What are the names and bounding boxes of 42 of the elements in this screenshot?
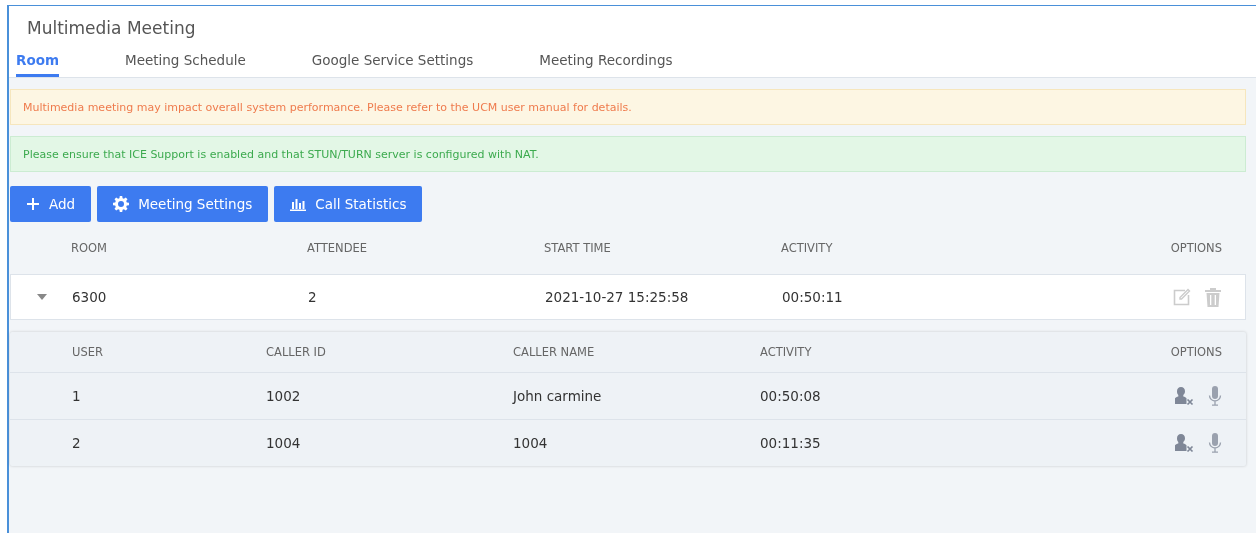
edit-icon[interactable] bbox=[1172, 287, 1191, 307]
plus-icon bbox=[26, 197, 40, 211]
microphone-icon[interactable] bbox=[1208, 386, 1222, 406]
table-cell-text: John carmine bbox=[513, 388, 603, 404]
column-header: OPTIONS bbox=[1170, 241, 1223, 255]
trash-icon[interactable] bbox=[1205, 287, 1221, 307]
add-button[interactable]: Add bbox=[10, 186, 92, 222]
table-cell-text: 00:50:11 bbox=[782, 289, 844, 305]
tab[interactable]: Meeting Schedule bbox=[125, 52, 246, 77]
table-cell-text: 1 bbox=[72, 388, 82, 404]
gear-icon bbox=[113, 196, 130, 212]
column-header: USER bbox=[72, 345, 104, 359]
tab[interactable]: Google Service Settings bbox=[311, 52, 474, 77]
page-title: Multimedia Meeting bbox=[27, 18, 196, 38]
column-header: OPTIONS bbox=[1170, 345, 1223, 359]
column-header: CALLER NAME bbox=[513, 345, 596, 359]
table-cell-text: 2 bbox=[308, 289, 318, 305]
table-cell-text: 1004 bbox=[513, 435, 549, 451]
kick-user-icon[interactable] bbox=[1174, 433, 1194, 453]
column-header: ROOM bbox=[71, 241, 109, 255]
tab[interactable]: Meeting Recordings bbox=[539, 52, 673, 77]
table-cell-text: 6300 bbox=[72, 289, 108, 305]
tab[interactable]: Room bbox=[16, 52, 59, 77]
table-cell-text: 00:50:08 bbox=[760, 388, 822, 404]
settings-button[interactable]: Meeting Settings bbox=[97, 186, 269, 222]
kick-user-icon[interactable] bbox=[1174, 386, 1194, 406]
table-cell-text: 1004 bbox=[266, 435, 302, 451]
caret-icon[interactable] bbox=[36, 294, 47, 300]
table-cell-text: 2021-10-27 15:25:58 bbox=[545, 289, 690, 305]
info-notice: Please ensure that ICE Support is enabled and that STUN/TURN server is configured with NAT. bbox=[10, 136, 1246, 172]
table-cell-text: 2 bbox=[72, 435, 82, 451]
bar-chart-icon bbox=[290, 197, 307, 211]
column-header: ATTENDEE bbox=[307, 241, 369, 255]
stats-button[interactable]: Call Statistics bbox=[274, 186, 423, 222]
table-cell-text: 1002 bbox=[266, 388, 302, 404]
column-header: CALLER ID bbox=[266, 345, 327, 359]
microphone-icon[interactable] bbox=[1208, 433, 1222, 453]
column-header: ACTIVITY bbox=[760, 345, 813, 359]
column-header: ACTIVITY bbox=[781, 241, 834, 255]
warning-notice: Multimedia meeting may impact overall system performance. Please refer to the UCM user manual for details. bbox=[10, 89, 1246, 125]
column-header: START TIME bbox=[544, 241, 612, 255]
table-cell-text: 00:11:35 bbox=[760, 435, 822, 451]
